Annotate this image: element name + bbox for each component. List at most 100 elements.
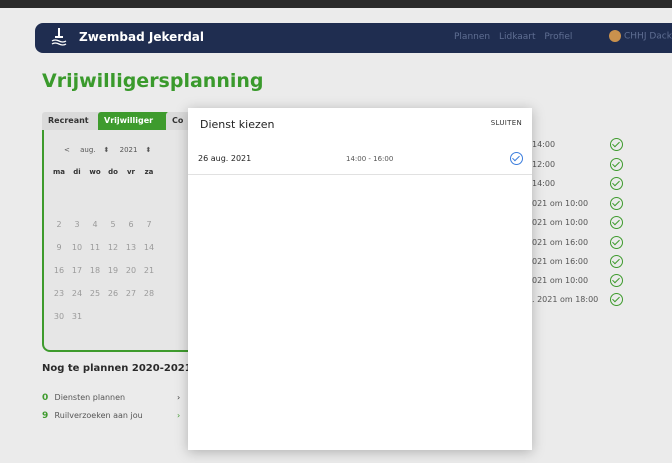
shift-item[interactable]: 021 om 16:00 (532, 255, 623, 268)
todo-label: Ruilverzoeken aan jou (54, 411, 143, 420)
todo-item-diensten[interactable]: 0 Diensten plannen › (42, 393, 192, 403)
page-title: Vrijwilligersplanning (42, 70, 264, 92)
calendar-day[interactable]: 17 (68, 266, 86, 275)
avatar (609, 30, 621, 42)
calendar-day[interactable]: 27 (122, 289, 140, 298)
shift-item[interactable]: 12:00 (532, 158, 623, 171)
calendar-day[interactable]: 20 (122, 266, 140, 275)
calendar-day[interactable]: 4 (86, 220, 104, 229)
tab-vrijwilliger[interactable]: Vrijwilliger (98, 112, 170, 130)
calendar-day[interactable]: 7 (140, 220, 158, 229)
calendar-day[interactable]: 11 (86, 243, 104, 252)
shift-item[interactable]: 021 om 10:00 (532, 274, 623, 287)
calendar-day[interactable]: 31 (68, 312, 86, 321)
calendar-day[interactable]: 30 (50, 312, 68, 321)
dienst-kiezen-modal: Dienst kiezen SLUITEN 26 aug. 2021 14:00… (188, 108, 532, 450)
weekday-label: wo (89, 168, 101, 176)
prev-month-button[interactable]: < (64, 146, 70, 154)
chevron-updown-icon: ⬍ (145, 146, 152, 154)
close-button[interactable]: SLUITEN (491, 119, 522, 127)
shift-item[interactable]: 021 om 10:00 (532, 197, 623, 210)
top-strip (0, 0, 672, 8)
shift-time: 021 om 16:00 (532, 238, 589, 247)
shift-time: 12:00 (532, 160, 556, 169)
calendar-header: < aug. ⬍ 2021 ⬍ (64, 146, 159, 154)
shift-date: 26 aug. 2021 (198, 154, 252, 163)
calendar-week: 30 31 (50, 312, 86, 321)
calendar-week: 16 17 18 19 20 21 (50, 266, 158, 275)
check-circle-icon (610, 293, 623, 306)
chevron-right-icon: › (177, 411, 181, 420)
shift-time: 14:00 - 16:00 (346, 155, 394, 163)
calendar-day[interactable]: 16 (50, 266, 68, 275)
tab-recreant[interactable]: Recreant (42, 112, 102, 130)
brand-name[interactable]: Zwembad Jekerdal (79, 30, 204, 44)
user-menu[interactable]: CHHJ Dackus (609, 30, 672, 42)
weekday-row: ma di wo do vr za (50, 168, 158, 176)
calendar-day[interactable]: 12 (104, 243, 122, 252)
check-circle-icon (610, 177, 623, 190)
shift-time: 021 om 10:00 (532, 218, 589, 227)
month-select[interactable]: aug. (80, 146, 95, 154)
navbar: Zwembad Jekerdal Plannen Lidkaart Profie… (35, 23, 672, 53)
check-circle-icon (610, 274, 623, 287)
shift-item[interactable]: . 2021 om 18:00 (532, 293, 623, 306)
calendar-day[interactable]: 10 (68, 243, 86, 252)
modal-title: Dienst kiezen (200, 118, 275, 131)
shift-item[interactable]: 14:00 (532, 138, 623, 151)
calendar-day[interactable]: 23 (50, 289, 68, 298)
nav-links: Plannen Lidkaart Profiel (454, 32, 578, 42)
calendar-day[interactable]: 13 (122, 243, 140, 252)
user-name: CHHJ Dackus (624, 31, 672, 42)
weekday-label: di (73, 168, 81, 176)
todo-item-ruilverzoeken[interactable]: 9 Ruilverzoeken aan jou › (42, 411, 192, 421)
calendar-day[interactable]: 5 (104, 220, 122, 229)
shift-item[interactable]: 021 om 16:00 (532, 236, 623, 249)
calendar-day[interactable]: 25 (86, 289, 104, 298)
calendar-day[interactable]: 28 (140, 289, 158, 298)
todo-count: 9 (42, 411, 49, 421)
shift-time: 021 om 10:00 (532, 276, 589, 285)
shift-time: 14:00 (532, 179, 556, 188)
check-circle-icon (610, 197, 623, 210)
calendar-day[interactable]: 21 (140, 266, 158, 275)
check-circle-icon (610, 158, 623, 171)
nav-link-lidkaart[interactable]: Lidkaart (499, 32, 536, 42)
weekday-label: vr (126, 168, 135, 176)
swimmer-logo-icon (51, 28, 67, 46)
weekday-label: do (108, 168, 118, 176)
check-circle-icon[interactable] (510, 152, 523, 165)
shift-item[interactable]: 021 om 10:00 (532, 216, 623, 229)
nav-link-profiel[interactable]: Profiel (544, 32, 572, 42)
calendar-day[interactable]: 18 (86, 266, 104, 275)
check-circle-icon (610, 216, 623, 229)
calendar-week: 23 24 25 26 27 28 (50, 289, 158, 298)
calendar-day[interactable]: 2 (50, 220, 68, 229)
check-circle-icon (610, 255, 623, 268)
calendar-day[interactable]: 14 (140, 243, 158, 252)
calendar-day[interactable]: 26 (104, 289, 122, 298)
calendar-day[interactable]: 9 (50, 243, 68, 252)
calendar: < aug. ⬍ 2021 ⬍ ma di wo do vr za 234567 9 10 11 1… (42, 130, 206, 352)
shift-time: 14:00 (532, 140, 556, 149)
shift-time: 021 om 10:00 (532, 199, 589, 208)
shift-item[interactable]: 14:00 (532, 177, 623, 190)
weekday-label: za (144, 168, 154, 176)
year-select[interactable]: 2021 (120, 146, 138, 154)
nav-link-plannen[interactable]: Plannen (454, 32, 490, 42)
calendar-day[interactable]: 19 (104, 266, 122, 275)
check-circle-icon (610, 236, 623, 249)
todo-title: Nog te plannen 2020-2021 (42, 363, 192, 374)
shift-time: 021 om 16:00 (532, 257, 589, 266)
calendar-day[interactable]: 3 (68, 220, 86, 229)
calendar-day[interactable]: 24 (68, 289, 86, 298)
weekday-label: ma (52, 168, 66, 176)
shift-time: . 2021 om 18:00 (532, 295, 599, 304)
chevron-right-icon: › (177, 393, 181, 402)
todo-count: 0 (42, 393, 49, 403)
calendar-day[interactable]: 6 (122, 220, 140, 229)
calendar-week: 234567 (50, 220, 158, 229)
chevron-updown-icon: ⬍ (103, 146, 110, 154)
todo-label: Diensten plannen (54, 393, 126, 402)
shift-option[interactable]: 26 aug. 2021 14:00 - 16:00 (188, 146, 532, 175)
